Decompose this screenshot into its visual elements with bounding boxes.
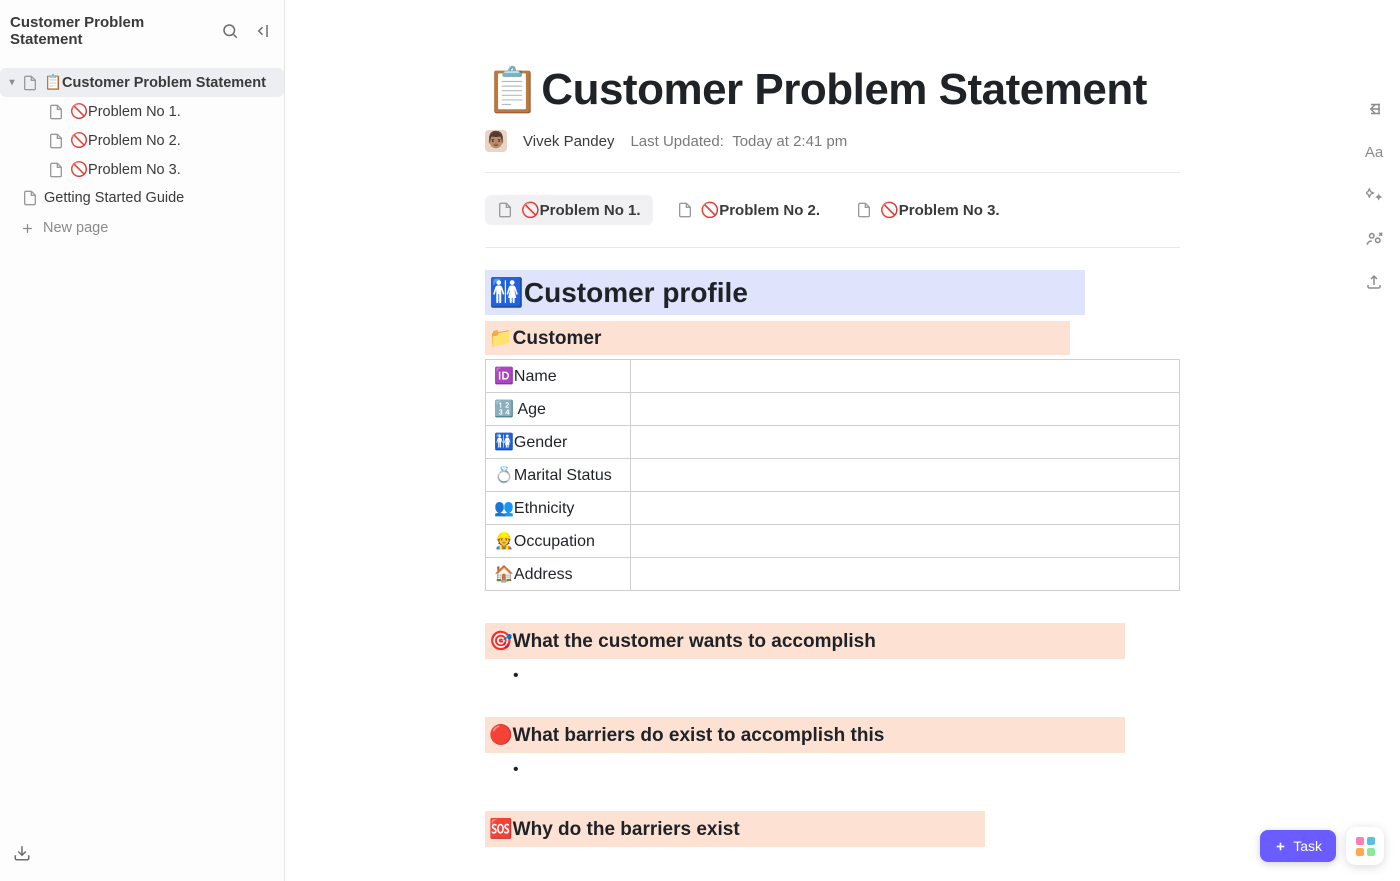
customer-table[interactable]: 🆔Name 🔢 Age 🚻Gender 💍Marital Status 👥Eth… xyxy=(485,359,1180,591)
table-row: 🚻Gender xyxy=(486,426,1180,459)
page-title-icon: 📋 xyxy=(485,64,539,116)
page-title-text: Customer Problem Statement xyxy=(541,65,1147,115)
collaborate-icon[interactable] xyxy=(1365,229,1383,247)
table-row: 👥Ethnicity xyxy=(486,492,1180,525)
sidebar-item-guide[interactable]: Getting Started Guide xyxy=(0,184,284,212)
row-label[interactable]: 🔢 Age xyxy=(486,393,631,426)
sidebar-item-label: 🚫Problem No 1. xyxy=(70,103,181,120)
new-page-label: New page xyxy=(43,220,108,236)
plus-icon xyxy=(1274,840,1287,853)
table-row: 👷Occupation xyxy=(486,525,1180,558)
page-icon xyxy=(22,75,38,91)
sidebar-item-problem-2[interactable]: 🚫Problem No 2. xyxy=(0,126,284,155)
new-page-button[interactable]: New page xyxy=(0,212,284,244)
empty-bullet[interactable]: • xyxy=(513,667,1180,685)
page-icon xyxy=(497,202,513,218)
import-icon[interactable] xyxy=(12,843,32,863)
table-row: 🆔Name xyxy=(486,360,1180,393)
divider xyxy=(485,247,1180,248)
row-label[interactable]: 👷Occupation xyxy=(486,525,631,558)
chip-problem-2[interactable]: 🚫Problem No 2. xyxy=(665,195,833,225)
heading-barriers[interactable]: 🔴What barriers do exist to accomplish th… xyxy=(485,717,1125,753)
sidebar-nav: ▾ 📋Customer Problem Statement 🚫Problem N… xyxy=(0,62,284,244)
sidebar: Customer Problem Statement ▾ 📋Customer P… xyxy=(0,0,285,881)
share-icon[interactable] xyxy=(1365,273,1383,291)
sidebar-item-problem-3[interactable]: 🚫Problem No 3. xyxy=(0,155,284,184)
sidebar-item-problem-1[interactable]: 🚫Problem No 1. xyxy=(0,97,284,126)
heading-accomplish[interactable]: 🎯What the customer wants to accomplish xyxy=(485,623,1125,659)
page-icon xyxy=(48,162,64,178)
updated-label: Last Updated: Today at 2:41 pm xyxy=(630,133,847,150)
page-icon xyxy=(48,133,64,149)
row-label[interactable]: 💍Marital Status xyxy=(486,459,631,492)
collapse-sidebar-icon[interactable] xyxy=(254,21,274,41)
floating-actions: Task xyxy=(1260,827,1384,865)
page-meta: 👨🏽 Vivek Pandey Last Updated: Today at 2… xyxy=(485,130,1180,152)
workspace-title[interactable]: Customer Problem Statement xyxy=(10,14,220,48)
typography-icon[interactable]: Aa xyxy=(1365,144,1383,161)
heading-why-barriers[interactable]: 🆘Why do the barriers exist xyxy=(485,811,985,847)
row-value[interactable] xyxy=(631,426,1180,459)
row-value[interactable] xyxy=(631,525,1180,558)
divider xyxy=(485,172,1180,173)
author-avatar[interactable]: 👨🏽 xyxy=(485,130,507,152)
page-title[interactable]: 📋Customer Problem Statement xyxy=(485,64,1180,116)
subpage-chips: 🚫Problem No 1. 🚫Problem No 2. 🚫Problem N… xyxy=(485,195,1180,225)
chip-problem-3[interactable]: 🚫Problem No 3. xyxy=(844,195,1012,225)
chip-label: 🚫Problem No 3. xyxy=(880,201,1000,219)
chip-label: 🚫Problem No 1. xyxy=(521,201,641,219)
right-rail: Aa xyxy=(1348,0,1400,881)
page-icon xyxy=(22,190,38,206)
heading-customer-profile[interactable]: 🚻Customer profile xyxy=(485,270,1085,315)
sidebar-header: Customer Problem Statement xyxy=(0,0,284,62)
page-icon xyxy=(677,202,693,218)
sidebar-item-label: 📋Customer Problem Statement xyxy=(44,74,266,91)
row-label[interactable]: 👥Ethnicity xyxy=(486,492,631,525)
chip-label: 🚫Problem No 2. xyxy=(701,201,821,219)
sidebar-item-label: Getting Started Guide xyxy=(44,190,184,206)
empty-bullet[interactable]: • xyxy=(513,761,1180,779)
page-icon xyxy=(48,104,64,120)
row-value[interactable] xyxy=(631,558,1180,591)
sidebar-item-label: 🚫Problem No 2. xyxy=(70,132,181,149)
sidebar-item-label: 🚫Problem No 3. xyxy=(70,161,181,178)
author-name[interactable]: Vivek Pandey xyxy=(523,133,614,150)
heading-customer[interactable]: 📁Customer xyxy=(485,321,1070,355)
row-value[interactable] xyxy=(631,459,1180,492)
table-row: 💍Marital Status xyxy=(486,459,1180,492)
row-value[interactable] xyxy=(631,360,1180,393)
sidebar-item-root[interactable]: ▾ 📋Customer Problem Statement xyxy=(0,68,284,97)
magic-icon[interactable] xyxy=(1366,187,1382,203)
row-value[interactable] xyxy=(631,393,1180,426)
new-task-button[interactable]: Task xyxy=(1260,830,1336,862)
apps-icon xyxy=(1356,837,1375,856)
main-content: Aa 📋Customer Problem Statement 👨🏽 Vivek … xyxy=(285,0,1400,881)
row-label[interactable]: 🏠Address xyxy=(486,558,631,591)
row-label[interactable]: 🆔Name xyxy=(486,360,631,393)
document-body: 📋Customer Problem Statement 👨🏽 Vivek Pan… xyxy=(285,0,1400,881)
table-row: 🏠Address xyxy=(486,558,1180,591)
plus-icon xyxy=(20,221,35,236)
row-label[interactable]: 🚻Gender xyxy=(486,426,631,459)
apps-button[interactable] xyxy=(1346,827,1384,865)
task-label: Task xyxy=(1293,838,1322,854)
table-row: 🔢 Age xyxy=(486,393,1180,426)
row-value[interactable] xyxy=(631,492,1180,525)
search-icon[interactable] xyxy=(220,21,240,41)
page-icon xyxy=(856,202,872,218)
chip-problem-1[interactable]: 🚫Problem No 1. xyxy=(485,195,653,225)
sidebar-bottom xyxy=(0,829,284,881)
expand-icon[interactable] xyxy=(1364,100,1382,118)
chevron-down-icon[interactable]: ▾ xyxy=(4,77,20,88)
